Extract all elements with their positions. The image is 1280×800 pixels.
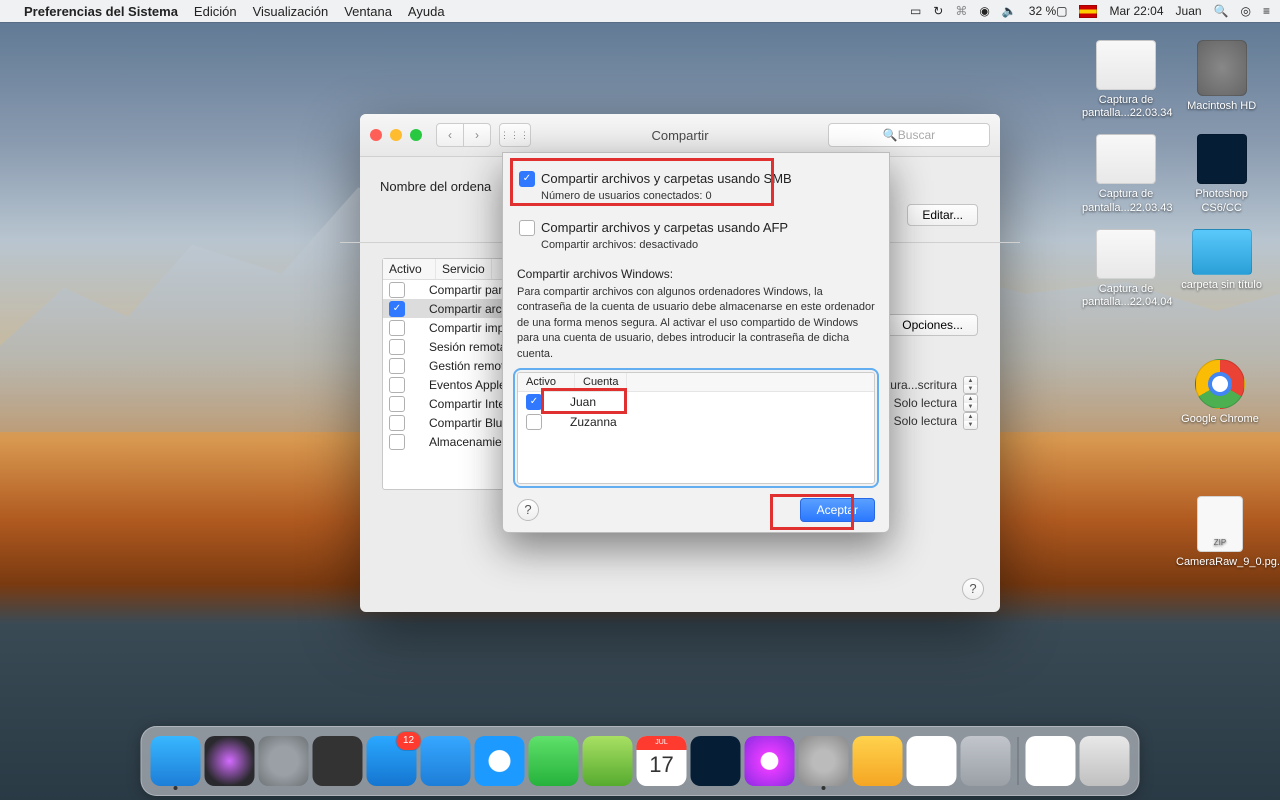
desktop-icon[interactable]: Captura de pantalla...22.03.34 xyxy=(1082,40,1170,120)
dock-trash-icon[interactable] xyxy=(1080,736,1130,786)
afp-sub: Compartir archivos: desactivado xyxy=(541,239,869,251)
menubar-app-name[interactable]: Preferencias del Sistema xyxy=(24,4,178,19)
account-name: Zuzanna xyxy=(566,415,617,429)
menu-ayuda[interactable]: Ayuda xyxy=(408,4,445,19)
service-checkbox[interactable] xyxy=(389,282,405,298)
desktop-icon[interactable]: CameraRaw_9_0.pg.zip xyxy=(1176,496,1264,569)
desktop-icon[interactable]: Macintosh HD xyxy=(1178,40,1266,113)
options-sheet: Compartir archivos y carpetas usando SMB… xyxy=(502,152,890,533)
timemachine-icon[interactable]: ↻ xyxy=(933,4,943,18)
account-checkbox[interactable] xyxy=(526,414,542,430)
service-checkbox[interactable] xyxy=(389,434,405,450)
spotlight-icon[interactable]: 🔍 xyxy=(1214,4,1229,18)
dock-at-icon[interactable] xyxy=(961,736,1011,786)
windows-sharing-title: Compartir archivos Windows: xyxy=(517,267,875,281)
dock-appstore-icon[interactable]: 12 xyxy=(367,736,417,786)
dock: 12 JUL17 xyxy=(141,726,1140,796)
afp-checkbox[interactable] xyxy=(519,220,535,236)
menu-visualizacion[interactable]: Visualización xyxy=(253,4,329,19)
dock-photoshop-icon[interactable] xyxy=(691,736,741,786)
menubar-datetime[interactable]: Mar 22:04 xyxy=(1109,4,1163,18)
wifi-icon[interactable]: ◉ xyxy=(979,4,989,18)
dock-launchpad-icon[interactable] xyxy=(259,736,309,786)
notification-center-icon[interactable]: ≡ xyxy=(1263,4,1270,18)
dock-mail-icon[interactable] xyxy=(421,736,471,786)
col-active: Activo xyxy=(518,373,575,391)
help-button[interactable]: ? xyxy=(962,578,984,600)
service-checkbox[interactable] xyxy=(389,377,405,393)
service-checkbox[interactable] xyxy=(389,396,405,412)
dock-maps-icon[interactable] xyxy=(583,736,633,786)
menubar: Preferencias del Sistema Edición Visuali… xyxy=(0,0,1280,22)
dock-separator xyxy=(1018,737,1019,785)
desktop-icon[interactable]: Google Chrome xyxy=(1176,359,1264,426)
afp-label: Compartir archivos y carpetas usando AFP xyxy=(541,220,788,235)
dock-messages-icon[interactable] xyxy=(529,736,579,786)
dock-safari-icon[interactable] xyxy=(475,736,525,786)
dock-photos-icon[interactable] xyxy=(907,736,957,786)
battery-status[interactable]: 32 % ▢ xyxy=(1029,4,1068,18)
titlebar: ‹ › ⋮⋮⋮ Compartir 🔍 Buscar xyxy=(360,114,1000,157)
dock-preferences-icon[interactable] xyxy=(799,736,849,786)
menu-ventana[interactable]: Ventana xyxy=(344,4,392,19)
service-checkbox[interactable] xyxy=(389,301,405,317)
smb-label: Compartir archivos y carpetas usando SMB xyxy=(541,171,792,186)
edit-button[interactable]: Editar... xyxy=(907,204,978,226)
close-icon[interactable] xyxy=(370,129,382,141)
minimize-icon[interactable] xyxy=(390,129,402,141)
desktop-icon[interactable]: Captura de pantalla...22.04.04 xyxy=(1082,229,1170,309)
menu-edicion[interactable]: Edición xyxy=(194,4,237,19)
dock-finder-icon[interactable] xyxy=(151,736,201,786)
zoom-icon[interactable] xyxy=(410,129,422,141)
dock-itunes-icon[interactable] xyxy=(745,736,795,786)
col-account: Cuenta xyxy=(575,373,627,391)
col-service: Servicio xyxy=(436,259,492,279)
input-source-flag-icon[interactable] xyxy=(1079,5,1097,18)
desktop-icon[interactable]: Photoshop CS6/CC xyxy=(1178,134,1266,214)
search-input[interactable]: 🔍 Buscar xyxy=(828,123,990,147)
smb-sub: Número de usuarios conectados: 0 xyxy=(541,190,869,202)
show-all-button[interactable]: ⋮⋮⋮ xyxy=(499,123,531,147)
siri-icon[interactable]: ◎ xyxy=(1241,4,1251,18)
service-checkbox[interactable] xyxy=(389,358,405,374)
help-button[interactable]: ? xyxy=(517,499,539,521)
windows-sharing-desc: Para compartir archivos con algunos orde… xyxy=(517,285,875,362)
options-button[interactable]: Opciones... xyxy=(887,314,978,336)
service-checkbox[interactable] xyxy=(389,339,405,355)
desktop-icon[interactable]: carpeta sin título xyxy=(1178,229,1266,292)
account-row[interactable]: Zuzanna xyxy=(518,412,874,432)
accounts-table: Activo Cuenta Juan Zuzanna xyxy=(517,372,875,484)
computer-name-label: Nombre del ordena xyxy=(380,179,491,194)
col-active: Activo xyxy=(383,259,436,279)
badge-count: 12 xyxy=(397,732,421,750)
menubar-user[interactable]: Juan xyxy=(1176,4,1202,18)
screen-mirror-icon[interactable]: ▭ xyxy=(910,4,921,18)
service-checkbox[interactable] xyxy=(389,320,405,336)
service-checkbox[interactable] xyxy=(389,415,405,431)
smb-checkbox[interactable] xyxy=(519,171,535,187)
forward-button[interactable]: › xyxy=(464,123,491,147)
dock-siri-icon[interactable] xyxy=(205,736,255,786)
desktop-icon[interactable]: Captura de pantalla...22.03.43 xyxy=(1082,134,1170,214)
back-button[interactable]: ‹ xyxy=(436,123,464,147)
dock-missioncontrol-icon[interactable] xyxy=(313,736,363,786)
account-name: Juan xyxy=(566,395,596,409)
desktop-icons: Captura de pantalla...22.03.34 Macintosh… xyxy=(1080,36,1270,580)
dock-calendar-icon[interactable]: JUL17 xyxy=(637,736,687,786)
account-row[interactable]: Juan xyxy=(518,392,874,412)
dock-preview-icon[interactable] xyxy=(853,736,903,786)
account-checkbox[interactable] xyxy=(526,394,542,410)
dock-document-icon[interactable] xyxy=(1026,736,1076,786)
bluetooth-icon[interactable]: ⌘ xyxy=(955,4,967,18)
volume-icon[interactable]: 🔈 xyxy=(1002,4,1017,18)
accept-button[interactable]: Aceptar xyxy=(800,498,875,522)
